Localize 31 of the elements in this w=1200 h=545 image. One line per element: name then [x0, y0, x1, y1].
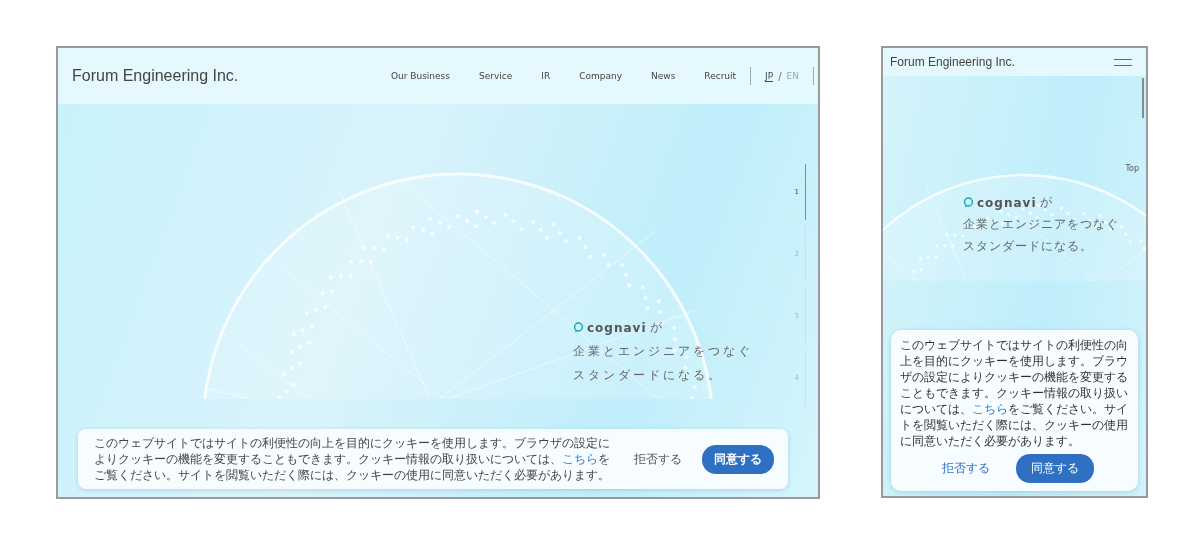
- cookie-notice-text: このウェブサイトではサイトの利便性の向上を目的にクッキーを使用します。ブラウザの設定によりクッキーの機能を変更することもできます。クッキー情報の取り扱いについては、こちら をご覧ください。サイトを閲覧いただく際には、クッキーの使用に同意いただく必要があります。: [900, 337, 1129, 449]
- tagline-text: 企業とエンジニアをつなぐ: [963, 216, 1119, 233]
- company-logo[interactable]: Forum Engineering Inc.: [890, 55, 1015, 69]
- tagline-text: スタンダードになる。: [573, 367, 724, 384]
- brand-name: cognavi: [587, 320, 647, 335]
- nav-link[interactable]: Company: [579, 71, 622, 81]
- reject-button[interactable]: 拒否する: [935, 459, 996, 478]
- speech-ring-icon: [573, 322, 584, 333]
- accept-button[interactable]: 同意する: [1015, 454, 1094, 483]
- nav-link[interactable]: Recruit: [704, 71, 737, 81]
- top-link[interactable]: Top: [1125, 164, 1139, 173]
- cookie-notice-text: このウェブサイトではサイトの利便性の向上を目的にクッキーを使用します。ブラウザの設定によりクッキーの機能を変更することもできます。クッキー情報の取り扱いについては、こちら をご覧ください。サイトを閲覧いただく際には、クッキーの使用に同意いただく必要があります。: [94, 435, 611, 483]
- menu-icon[interactable]: [1114, 56, 1132, 68]
- nav-link[interactable]: Our Business: [390, 71, 450, 81]
- scrollbar[interactable]: [1142, 78, 1144, 118]
- speech-ring-icon: [963, 197, 974, 208]
- reject-button[interactable]: 拒否する: [630, 450, 686, 468]
- privacy-link[interactable]: こちら: [972, 402, 1008, 416]
- nav-link[interactable]: IR: [541, 71, 551, 81]
- brand-name: cognavi: [977, 195, 1037, 210]
- language-link[interactable]: JP: [765, 70, 774, 82]
- nav-link[interactable]: Service: [479, 71, 513, 81]
- company-logo[interactable]: Forum Engineering Inc.: [72, 67, 239, 85]
- language-separator: /: [778, 70, 782, 82]
- tagline-text: 企業とエンジニアをつなぐ: [573, 343, 753, 360]
- privacy-link[interactable]: こちら: [562, 452, 598, 466]
- tagline-particle: が: [649, 319, 662, 336]
- tagline-text: スタンダードになる。: [963, 238, 1094, 255]
- accept-button[interactable]: 同意する: [702, 444, 774, 474]
- nav-link[interactable]: News: [651, 71, 676, 81]
- tagline-particle: が: [1039, 194, 1052, 211]
